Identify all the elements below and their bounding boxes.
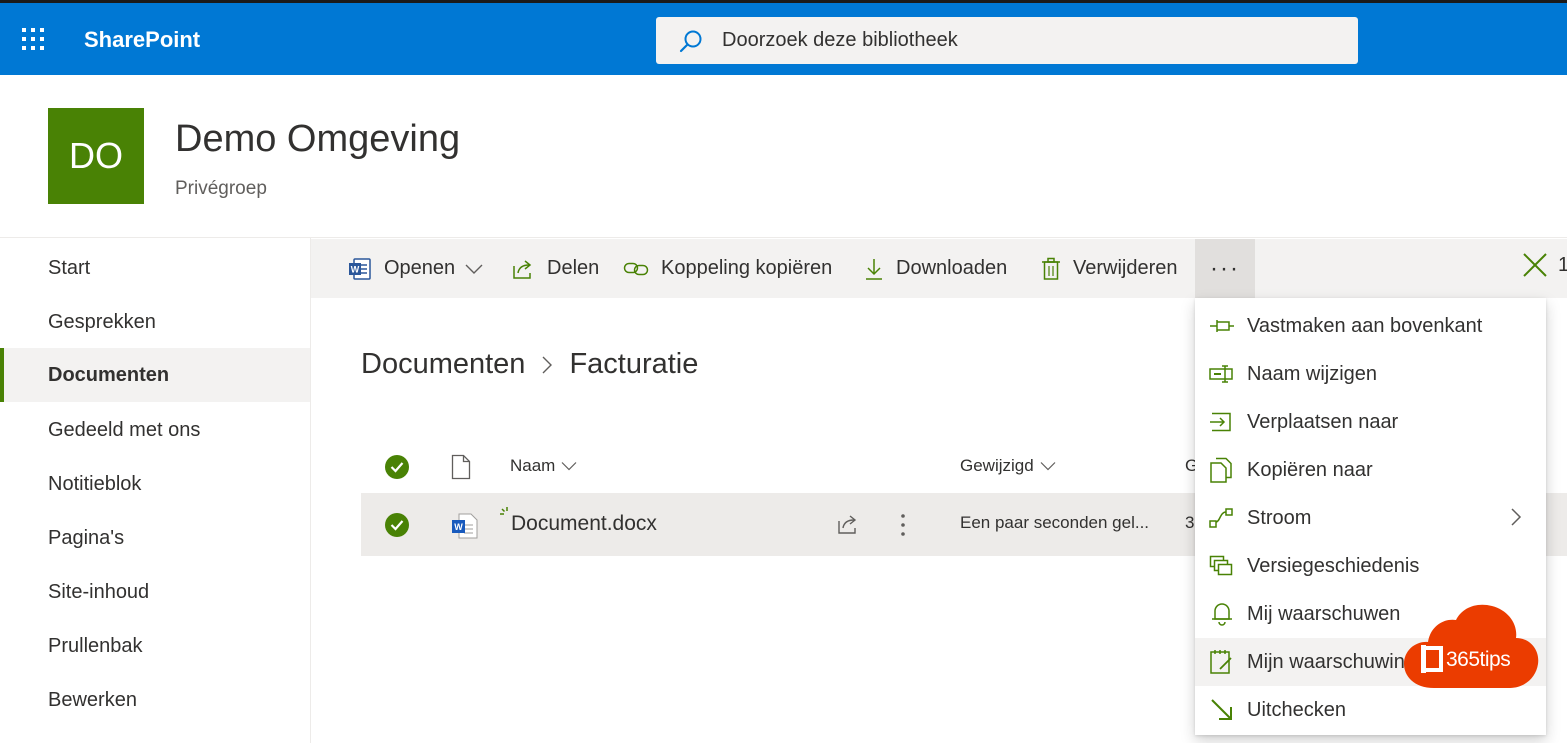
nav-item-gesprekken[interactable]: Gesprekken	[0, 295, 310, 349]
bell-icon	[1212, 603, 1232, 626]
open-button[interactable]: W Openen	[348, 239, 483, 298]
menu-item-label: Verplaatsen naar	[1247, 410, 1399, 433]
nav-item-site-inhoud[interactable]: Site-inhoud	[0, 565, 310, 619]
chevron-down-icon	[1040, 462, 1056, 471]
breadcrumb: Documenten Facturatie	[361, 348, 698, 381]
download-icon	[866, 258, 882, 280]
share-icon[interactable]	[836, 513, 860, 535]
flow-icon	[1209, 508, 1233, 528]
file-type-icon	[451, 454, 471, 480]
chevron-down-icon[interactable]	[465, 263, 483, 275]
search-input[interactable]: Doorzoek deze bibliotheek	[656, 17, 1358, 64]
nav-item-start[interactable]: Start	[0, 241, 310, 295]
check-icon	[385, 513, 409, 537]
site-title[interactable]: Demo Omgeving	[175, 118, 460, 161]
copy-link-label: Koppeling kopiëren	[661, 257, 833, 279]
word-file-icon: W	[452, 513, 478, 539]
left-navigation: Start Gesprekken Documenten Gedeeld met …	[0, 238, 311, 743]
menu-item-version-history[interactable]: Versiegeschiedenis	[1195, 542, 1546, 590]
menu-item-copy[interactable]: Kopiëren naar	[1195, 446, 1546, 494]
svg-text:W: W	[454, 522, 463, 532]
menu-item-label: Stroom	[1247, 506, 1312, 529]
menu-item-label: Uitchecken	[1247, 698, 1346, 721]
move-icon	[1210, 412, 1231, 432]
download-button[interactable]: Downloaden	[864, 239, 1007, 298]
menu-item-checkout[interactable]: Uitchecken	[1195, 686, 1546, 734]
file-name[interactable]: Document.docx	[511, 512, 657, 536]
delete-label: Verwijderen	[1073, 257, 1178, 279]
suite-bar: SharePoint Doorzoek deze bibliotheek	[0, 0, 1567, 75]
nav-item-documenten[interactable]: Documenten	[0, 348, 310, 402]
copy-link-button[interactable]: Koppeling kopiëren	[623, 239, 832, 298]
search-icon	[679, 30, 702, 53]
file-type-column[interactable]	[451, 454, 471, 480]
check-icon	[385, 455, 409, 479]
third-column-value: 3	[1185, 513, 1195, 532]
menu-item-move[interactable]: Verplaatsen naar	[1195, 398, 1546, 446]
word-icon: W	[349, 257, 371, 280]
share-icon	[513, 259, 532, 279]
menu-item-label: Naam wijzigen	[1247, 362, 1378, 385]
site-logo[interactable]: DO	[48, 108, 144, 204]
rename-icon	[1209, 365, 1233, 383]
name-column-header[interactable]: Naam	[510, 456, 577, 476]
nav-item-prullenbak[interactable]: Prullenbak	[0, 619, 310, 673]
open-label: Openen	[384, 257, 456, 279]
trash-icon	[1042, 257, 1060, 280]
version-history-icon	[1209, 555, 1233, 576]
chevron-down-icon	[561, 462, 577, 471]
share-button[interactable]: Delen	[511, 239, 599, 298]
row-checkbox[interactable]	[385, 513, 409, 537]
checkout-icon	[1211, 699, 1232, 720]
modified-value: Een paar seconden gel...	[960, 513, 1150, 532]
site-privacy-label: Privégroep	[175, 178, 267, 199]
name-column-label: Naam	[510, 456, 556, 475]
more-options-icon[interactable]	[899, 512, 907, 538]
breadcrumb-root[interactable]: Documenten	[361, 348, 525, 381]
close-icon	[1523, 253, 1547, 277]
brand-name[interactable]: SharePoint	[84, 27, 200, 53]
copy-icon	[1210, 457, 1232, 483]
watermark-logo: 365tips	[1404, 604, 1540, 690]
search-placeholder: Doorzoek deze bibliotheek	[722, 29, 958, 51]
modified-column-header[interactable]: Gewijzigd	[960, 456, 1056, 476]
menu-item-flow[interactable]: Stroom	[1195, 494, 1546, 542]
cloud-icon	[1404, 604, 1539, 688]
watermark-text: 365tips	[1446, 648, 1511, 671]
delete-button[interactable]: Verwijderen	[1041, 239, 1178, 298]
download-label: Downloaden	[896, 257, 1008, 279]
menu-item-label: Mij waarschuwen	[1247, 602, 1401, 625]
nav-item-paginas[interactable]: Pagina's	[0, 511, 310, 565]
command-bar: W Openen Delen Koppeling kopiëren Downlo…	[311, 239, 1567, 298]
share-label: Delen	[547, 257, 600, 279]
nav-item-bewerken[interactable]: Bewerken	[0, 673, 310, 727]
breadcrumb-current: Facturatie	[569, 348, 699, 380]
pin-icon	[1210, 320, 1234, 332]
select-all-checkbox[interactable]	[385, 455, 409, 479]
modified-column-label: Gewijzigd	[960, 456, 1034, 475]
svg-text:W: W	[351, 264, 360, 274]
nav-item-notitieblok[interactable]: Notitieblok	[0, 457, 310, 511]
menu-item-pin[interactable]: Vastmaken aan bovenkant	[1195, 302, 1546, 350]
nav-item-gedeeld[interactable]: Gedeeld met ons	[0, 403, 310, 457]
selected-count: 1	[1558, 253, 1567, 276]
chevron-right-icon	[1511, 508, 1522, 526]
menu-item-label: Mijn waarschuwin	[1247, 650, 1405, 673]
link-icon	[623, 262, 649, 275]
manage-alerts-icon	[1210, 650, 1232, 674]
menu-item-rename[interactable]: Naam wijzigen	[1195, 350, 1546, 398]
app-launcher-icon[interactable]	[22, 28, 48, 54]
more-actions-button[interactable]: ···	[1195, 239, 1255, 298]
clear-selection-button[interactable]: 1	[1522, 252, 1567, 278]
menu-item-label: Versiegeschiedenis	[1247, 554, 1420, 577]
chevron-right-icon	[542, 356, 553, 373]
menu-item-label: Vastmaken aan bovenkant	[1247, 314, 1483, 337]
menu-item-label: Kopiëren naar	[1247, 458, 1373, 481]
